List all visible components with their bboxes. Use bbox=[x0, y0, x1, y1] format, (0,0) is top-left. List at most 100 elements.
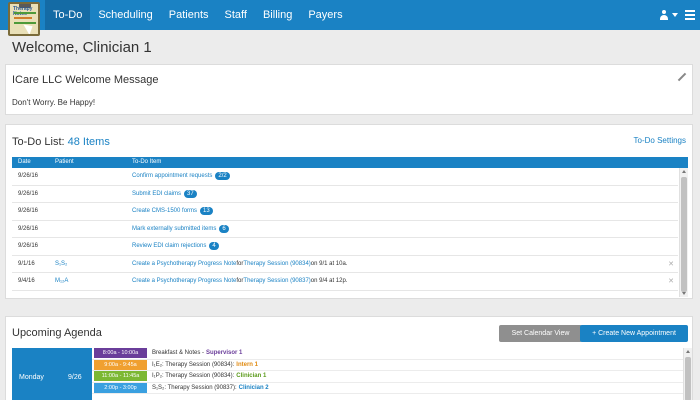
day-date: 9/26 bbox=[68, 374, 82, 381]
edit-pencil-icon[interactable] bbox=[677, 72, 687, 82]
menu-icon[interactable] bbox=[685, 10, 695, 20]
row-todo-item: Create CMS-1500 forms 13 bbox=[132, 207, 213, 216]
todo-table-header: Date Patient To-Do Item bbox=[12, 157, 688, 168]
message-title: ICare LLC Welcome Message bbox=[12, 74, 159, 86]
appointment-desc: S₁S₂: Therapy Session (90837): bbox=[152, 384, 237, 391]
message-body: Don't Worry. Be Happy! bbox=[12, 98, 96, 107]
scroll-thumb[interactable] bbox=[681, 177, 687, 292]
row-todo-item: Create a Psychotherapy Progress Note for… bbox=[132, 278, 347, 284]
scroll-down-icon[interactable] bbox=[682, 292, 686, 295]
dismiss-x-icon[interactable]: ✕ bbox=[668, 277, 674, 285]
todo-item-tail: on 9/4 at 12p. bbox=[310, 278, 348, 285]
col-date[interactable]: Date bbox=[18, 157, 31, 168]
nav-item-patients[interactable]: Patients bbox=[161, 0, 217, 30]
appointment-desc: Breakfast & Notes - bbox=[152, 350, 205, 357]
session-link[interactable]: Therapy Session (90837) bbox=[243, 278, 310, 284]
appointment-desc: I₁P₂: Therapy Session (90834): bbox=[152, 373, 235, 380]
agenda-day: Monday 9/26 bbox=[12, 348, 92, 400]
therapy-notes-logo[interactable]: Therapy Notes bbox=[8, 2, 40, 36]
todo-item-link[interactable]: Submit EDI claims bbox=[132, 191, 181, 197]
day-name: Monday bbox=[19, 374, 44, 381]
page-title: Welcome, Clinician 1 bbox=[12, 39, 152, 56]
scroll-up-icon[interactable] bbox=[686, 350, 690, 353]
row-patient[interactable]: M₁₂A bbox=[55, 278, 68, 284]
agenda-title: Upcoming Agenda bbox=[12, 327, 102, 339]
table-row[interactable]: 9/26/16 Mark externally submitted items 6 bbox=[12, 221, 678, 238]
appointment-time: 8:00a - 10:00a bbox=[94, 348, 147, 359]
appointment-time: 2:00p - 3:00p bbox=[94, 382, 147, 393]
todo-scrollbar[interactable] bbox=[679, 168, 688, 297]
scroll-thumb[interactable] bbox=[685, 357, 691, 400]
nav-item-staff[interactable]: Staff bbox=[217, 0, 255, 30]
top-nav-bar: Therapy Notes To-Do Scheduling Patients Sta… bbox=[0, 0, 700, 36]
todo-settings-link[interactable]: To-Do Settings bbox=[634, 136, 686, 145]
set-calendar-view-button[interactable]: Set Calendar View bbox=[499, 325, 582, 342]
row-date: 9/26/16 bbox=[18, 208, 39, 215]
appointment-item[interactable]: 11:00a - 11:45a I₁P₂: Therapy Session (90… bbox=[92, 371, 688, 383]
count-badge: 6 bbox=[219, 224, 229, 233]
row-todo-item: Submit EDI claims 37 bbox=[132, 189, 197, 198]
todo-table: Date Patient To-Do Item 9/26/16 Confirm a… bbox=[12, 157, 688, 297]
appointment-clinician: Intern 1 bbox=[236, 361, 258, 368]
welcome-message-panel: ICare LLC Welcome Message Don't Worry. B… bbox=[5, 64, 693, 115]
todo-item-link[interactable]: Review EDI claim rejections bbox=[132, 243, 206, 249]
table-row[interactable]: 9/1/16 S₁S₂ Create a Psychotherapy Progres… bbox=[12, 256, 678, 273]
upcoming-agenda-panel: Upcoming Agenda Set Calendar View + Crea… bbox=[5, 316, 693, 400]
row-date: 9/1/16 bbox=[18, 260, 35, 267]
todo-title: To-Do List: 48 Items bbox=[12, 136, 110, 148]
todo-count[interactable]: 48 Items bbox=[68, 136, 110, 148]
appointment-item[interactable]: 2:00p - 3:00p S₁S₂: Therapy Session (9083… bbox=[92, 382, 688, 394]
appointment-desc: I₁E₂: Therapy Session (90834): bbox=[152, 361, 235, 368]
todo-item-connector: for bbox=[236, 260, 244, 267]
todo-title-label: To-Do List: bbox=[12, 136, 68, 148]
todo-item-tail: on 9/1 at 10a. bbox=[310, 260, 348, 267]
row-todo-item: Create a Psychotherapy Progress Note for… bbox=[132, 261, 347, 267]
nav-menu: To-Do Scheduling Patients Staff Billing Payer… bbox=[45, 0, 351, 30]
count-badge: 13 bbox=[200, 207, 213, 216]
appointment-item[interactable]: 8:00a - 10:00a Breakfast & Notes - Superv… bbox=[92, 348, 688, 360]
row-todo-item: Review EDI claim rejections 4 bbox=[132, 242, 219, 251]
session-link[interactable]: Therapy Session (90834) bbox=[243, 261, 310, 267]
chevron-down-icon bbox=[672, 13, 678, 17]
table-row[interactable]: 9/26/16 Submit EDI claims 37 bbox=[12, 186, 678, 203]
dismiss-x-icon[interactable]: ✕ bbox=[668, 260, 674, 268]
user-icon bbox=[659, 10, 669, 20]
appointment-clinician: Clinician 2 bbox=[238, 384, 269, 391]
scroll-up-icon[interactable] bbox=[682, 170, 686, 173]
todo-item-link[interactable]: Create CMS-1500 forms bbox=[132, 208, 197, 214]
appointment-item[interactable]: 9:00a - 9:45a I₁E₂: Therapy Session (9083… bbox=[92, 359, 688, 371]
todo-item-link[interactable]: Confirm appointment requests bbox=[132, 173, 212, 179]
appointment-clinician: Supervisor 1 bbox=[206, 350, 243, 357]
count-badge: 37 bbox=[184, 189, 197, 198]
row-date: 9/4/16 bbox=[18, 278, 35, 285]
todo-item-link[interactable]: Create a Psychotherapy Progress Note bbox=[132, 278, 236, 284]
appointment-list: 8:00a - 10:00a Breakfast & Notes - Superv… bbox=[92, 348, 688, 400]
row-date: 9/26/16 bbox=[18, 173, 39, 180]
agenda-scrollbar[interactable] bbox=[683, 348, 692, 400]
nav-item-to-do[interactable]: To-Do bbox=[45, 0, 91, 30]
todo-item-connector: for bbox=[236, 278, 244, 285]
todo-list-panel: To-Do List: 48 Items To-Do Settings Date… bbox=[5, 124, 693, 299]
count-badge: 2/2 bbox=[215, 172, 230, 181]
appointment-clinician: Clinician 1 bbox=[236, 373, 267, 380]
table-row[interactable]: 9/4/16 M₁₂A Create a Psychotherapy Progres… bbox=[12, 273, 678, 291]
todo-rows: 9/26/16 Confirm appointment requests 2/2 9/… bbox=[12, 168, 678, 291]
table-row[interactable]: 9/26/16 Review EDI claim rejections 4 bbox=[12, 238, 678, 256]
row-date: 9/26/16 bbox=[18, 190, 39, 197]
nav-item-payers[interactable]: Payers bbox=[300, 0, 350, 30]
todo-item-link[interactable]: Mark externally submitted items bbox=[132, 226, 216, 232]
row-date: 9/26/16 bbox=[18, 225, 39, 232]
col-todo-item[interactable]: To-Do Item bbox=[132, 157, 161, 168]
row-date: 9/26/16 bbox=[18, 243, 39, 250]
table-row[interactable]: 9/26/16 Create CMS-1500 forms 13 bbox=[12, 203, 678, 221]
todo-item-link[interactable]: Create a Psychotherapy Progress Note bbox=[132, 261, 236, 267]
nav-item-scheduling[interactable]: Scheduling bbox=[90, 0, 160, 30]
table-row[interactable]: 9/26/16 Confirm appointment requests 2/2 bbox=[12, 168, 678, 186]
create-appointment-button[interactable]: + Create New Appointment bbox=[580, 325, 688, 342]
nav-item-billing[interactable]: Billing bbox=[255, 0, 300, 30]
row-patient[interactable]: S₁S₂ bbox=[55, 261, 67, 267]
user-menu[interactable] bbox=[659, 0, 678, 30]
appointment-time: 9:00a - 9:45a bbox=[94, 359, 147, 370]
row-todo-item: Mark externally submitted items 6 bbox=[132, 224, 229, 233]
col-patient[interactable]: Patient bbox=[55, 157, 74, 168]
